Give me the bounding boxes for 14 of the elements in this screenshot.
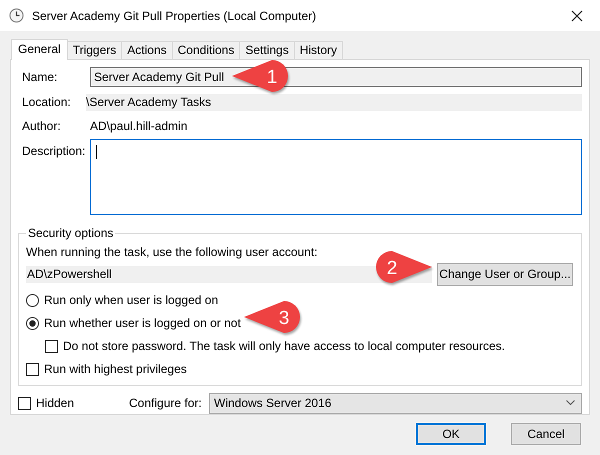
location-field: \Server Academy Tasks [86, 94, 582, 110]
option-label: Run only when user is logged on [44, 293, 218, 307]
field-label: Description: [22, 144, 86, 158]
option-label: Run with highest privileges [44, 362, 187, 376]
window-title: Server Academy Git Pull Properties (Local Computer) [32, 8, 318, 22]
group-title: Security options [27, 226, 114, 240]
field-label: Configure for: [129, 396, 203, 410]
option-label: Do not store password. The task will only have access to local computer resources. [63, 339, 505, 353]
option-label: Hidden [36, 396, 74, 410]
author-value: AD\paul.hill-admin [90, 119, 188, 133]
field-label: Author: [22, 119, 62, 133]
account-prompt: When running the task, use the following user account: [26, 245, 319, 259]
field-label: Name: [22, 70, 58, 84]
option-label: Run whether user is logged on or not [44, 316, 241, 330]
